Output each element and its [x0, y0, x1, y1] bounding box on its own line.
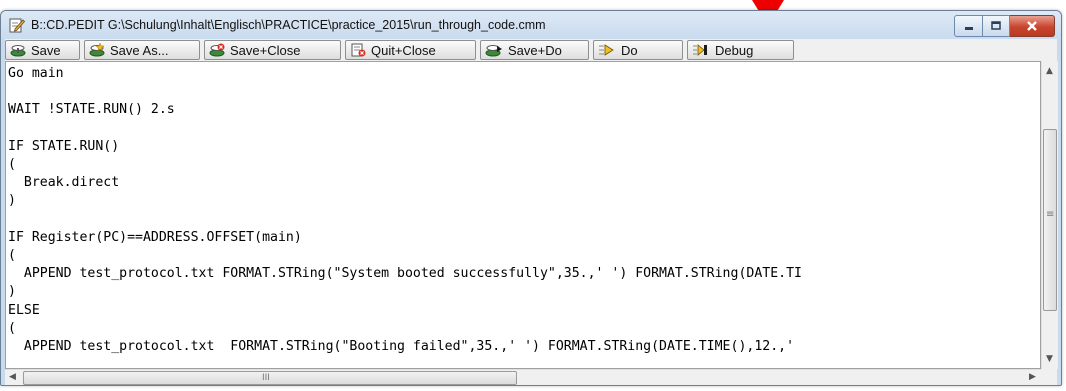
vertical-scrollbar[interactable]: ▲ ≡ ▼: [1041, 61, 1058, 369]
save-button[interactable]: Save: [5, 40, 80, 60]
vertical-grip-icon: ≡: [1046, 209, 1055, 220]
save-do-icon: [485, 45, 502, 57]
code-line[interactable]: Go main: [8, 65, 1040, 83]
minimize-icon: [964, 27, 973, 30]
do-button-label: Do: [621, 42, 638, 58]
scroll-up-icon[interactable]: ▲: [1046, 67, 1053, 76]
close-icon: [1027, 21, 1037, 31]
save-as-icon: [89, 43, 105, 57]
code-line[interactable]: [8, 211, 1040, 229]
debug-button[interactable]: Debug: [687, 40, 794, 60]
horizontal-scrollbar[interactable]: ◀ III ▶: [5, 369, 1041, 385]
vertical-scroll-thumb[interactable]: ≡: [1043, 129, 1057, 311]
code-line[interactable]: [8, 83, 1040, 101]
save-do-button[interactable]: Save+Do: [480, 40, 589, 60]
close-button[interactable]: [1010, 15, 1055, 37]
code-line[interactable]: APPEND test_protocol.txt FORMAT.STRing("…: [8, 338, 1040, 356]
edit-document-icon: [9, 18, 25, 33]
quit-close-icon: [351, 43, 366, 57]
code-line[interactable]: Break.direct: [8, 174, 1040, 192]
code-line[interactable]: ): [8, 192, 1040, 210]
maximize-icon: [991, 21, 1001, 30]
editor-window: B::CD.PEDIT G:\Schulung\Inhalt\Englisch\…: [0, 10, 1062, 386]
scroll-left-icon[interactable]: ◀: [9, 373, 16, 382]
code-line[interactable]: ELSE: [8, 302, 1040, 320]
quit-close-button-label: Quit+Close: [371, 42, 436, 58]
save-close-icon: [209, 43, 225, 57]
resize-grip-icon[interactable]: [1041, 369, 1057, 385]
save-as-button[interactable]: Save As...: [84, 40, 200, 60]
code-line[interactable]: [8, 120, 1040, 138]
do-button[interactable]: Do: [593, 40, 683, 60]
minimize-button[interactable]: [954, 15, 983, 37]
code-line[interactable]: IF Register(PC)==ADDRESS.OFFSET(main): [8, 229, 1040, 247]
code-line[interactable]: (: [8, 247, 1040, 265]
maximize-button[interactable]: [983, 15, 1010, 37]
code-line[interactable]: APPEND test_protocol.txt FORMAT.STRing("…: [8, 265, 1040, 283]
code-text[interactable]: Go main WAIT !STATE.RUN() 2.s IF STATE.R…: [6, 62, 1040, 356]
scroll-right-icon[interactable]: ▶: [1029, 373, 1036, 382]
do-icon: [599, 44, 614, 56]
toolbar: Save Save As... Save+Close Quit+Close Sa…: [5, 39, 1057, 61]
code-line[interactable]: IF STATE.RUN(): [8, 138, 1040, 156]
code-line[interactable]: ): [8, 283, 1040, 301]
quit-close-button[interactable]: Quit+Close: [345, 40, 476, 60]
save-close-button[interactable]: Save+Close: [204, 40, 341, 60]
code-line[interactable]: WAIT !STATE.RUN() 2.s: [8, 101, 1040, 119]
code-editor[interactable]: Go main WAIT !STATE.RUN() 2.s IF STATE.R…: [5, 61, 1041, 369]
debug-button-label: Debug: [715, 42, 754, 58]
save-close-button-label: Save+Close: [230, 42, 301, 58]
window-controls: [954, 15, 1055, 37]
title-bar[interactable]: B::CD.PEDIT G:\Schulung\Inhalt\Englisch\…: [1, 11, 1061, 39]
code-line[interactable]: (: [8, 320, 1040, 338]
horizontal-grip-icon: III: [262, 373, 270, 383]
save-icon: [10, 45, 26, 57]
scroll-down-icon[interactable]: ▼: [1046, 355, 1053, 364]
code-line[interactable]: (: [8, 156, 1040, 174]
window-title: B::CD.PEDIT G:\Schulung\Inhalt\Englisch\…: [31, 18, 546, 32]
save-as-button-label: Save As...: [110, 42, 169, 58]
debug-icon: [693, 44, 707, 56]
save-do-button-label: Save+Do: [508, 42, 562, 58]
save-button-label: Save: [31, 42, 61, 58]
horizontal-scroll-thumb[interactable]: III: [23, 371, 517, 385]
